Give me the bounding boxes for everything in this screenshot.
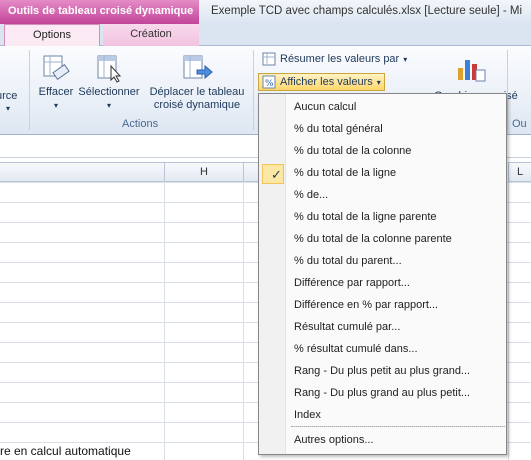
menu-item-label: Rang - Du plus petit au plus grand... xyxy=(294,365,471,377)
menu-item-label: % du total de la ligne xyxy=(294,167,397,179)
menu-item-label: Résultat cumulé par... xyxy=(294,321,401,333)
menu-item[interactable]: Rang - Du plus petit au plus grand... xyxy=(260,361,506,383)
menu-item-label: Différence par rapport... xyxy=(294,277,410,289)
checked-indicator: ✓ xyxy=(262,164,284,184)
menu-item[interactable]: Aucun calcul xyxy=(260,97,506,119)
column-header-h[interactable]: H xyxy=(164,162,244,182)
deplacer-label-line2: croisé dynamique xyxy=(153,99,241,111)
source-dropdown-icon: ▾ xyxy=(6,104,11,113)
deplacer-tableau-button[interactable]: Déplacer le tableau croisé dynamique xyxy=(144,52,250,112)
cell-text: re en calcul automatique xyxy=(0,444,131,458)
effacer-label: Effacer xyxy=(38,86,74,98)
menu-item[interactable]: % du total de la ligne parente xyxy=(260,207,506,229)
afficher-label: Afficher les valeurs xyxy=(280,76,373,88)
tab-creation[interactable]: Création xyxy=(103,24,199,46)
graphique-croise-button[interactable] xyxy=(450,52,490,86)
column-l-label: L xyxy=(516,166,524,178)
grid-line xyxy=(243,182,244,460)
menu-item-label: % du total du parent... xyxy=(294,255,402,267)
menu-item-label: % de... xyxy=(294,189,329,201)
menu-item-label: % du total de la ligne parente xyxy=(294,211,437,223)
resumer-label: Résumer les valeurs par xyxy=(280,53,400,65)
menu-item[interactable]: % du total de la colonne xyxy=(260,141,506,163)
source-button[interactable]: urce xyxy=(0,90,26,103)
menu-item[interactable]: ✓ % du total de la ligne xyxy=(260,163,506,185)
menu-item-label: Rang - Du plus grand au plus petit... xyxy=(294,387,471,399)
group-separator xyxy=(507,50,508,130)
column-header[interactable] xyxy=(0,162,165,182)
column-header-l[interactable]: L xyxy=(508,162,531,182)
menu-item-label: Index xyxy=(294,409,321,421)
selectionner-button[interactable]: Sélectionner ▾ xyxy=(78,52,140,112)
menu-separator xyxy=(291,426,505,427)
source-label: urce xyxy=(0,90,18,102)
menu-item-autres-options[interactable]: Autres options... xyxy=(260,430,506,452)
menu-item-label: Aucun calcul xyxy=(294,101,357,113)
menu-item[interactable]: Différence par rapport... xyxy=(260,273,506,295)
title-bar: Outils de tableau croisé dynamique Exemp… xyxy=(0,0,531,24)
ou-group-label: Ou xyxy=(512,118,527,130)
move-table-icon xyxy=(183,55,213,80)
menu-item[interactable]: Différence en % par rapport... xyxy=(260,295,506,317)
group-separator xyxy=(29,50,30,130)
afficher-valeurs-menu: Aucun calcul % du total général % du total… xyxy=(258,93,507,455)
menu-item[interactable]: % de... xyxy=(260,185,506,207)
menu-item[interactable]: Index xyxy=(260,405,506,427)
tab-options[interactable]: Options xyxy=(4,24,100,47)
ribbon-tab-row: Options Création xyxy=(0,24,531,47)
effacer-dropdown-icon: ▾ xyxy=(53,101,58,110)
menu-item-label: % résultat cumulé dans... xyxy=(294,343,418,355)
checkmark-icon: ✓ xyxy=(271,167,282,182)
grid-line xyxy=(508,182,509,460)
eraser-icon xyxy=(43,55,70,80)
menu-item[interactable]: Résultat cumulé par... xyxy=(260,317,506,339)
window-title: Exemple TCD avec champs calculés.xlsx [L… xyxy=(211,5,523,17)
pivot-chart-icon xyxy=(458,60,486,82)
selectionner-dropdown-icon: ▾ xyxy=(106,101,111,110)
menu-item-label: % du total de la colonne xyxy=(294,145,412,157)
menu-item[interactable]: % du total général xyxy=(260,119,506,141)
actions-group-label: Actions xyxy=(122,118,159,130)
menu-item-label: % du total général xyxy=(294,123,383,135)
menu-item-label: Autres options... xyxy=(294,434,374,446)
summarize-icon xyxy=(262,52,276,66)
contextual-tab-label: Outils de tableau croisé dynamique xyxy=(0,0,199,24)
selectionner-label: Sélectionner xyxy=(78,86,140,98)
afficher-valeurs-button[interactable]: % Afficher les valeurs ▾ xyxy=(258,73,385,91)
show-values-icon: % xyxy=(262,75,276,89)
group-separator xyxy=(253,50,254,130)
menu-item-label: Différence en % par rapport... xyxy=(294,299,439,311)
resumer-valeurs-button[interactable]: Résumer les valeurs par ▾ xyxy=(262,52,407,66)
deplacer-label-line1: Déplacer le tableau xyxy=(149,86,245,98)
effacer-button[interactable]: Effacer ▾ xyxy=(34,52,78,112)
menu-item[interactable]: Rang - Du plus grand au plus petit... xyxy=(260,383,506,405)
afficher-dropdown-icon: ▾ xyxy=(376,77,381,87)
menu-item-label: % du total de la colonne parente xyxy=(294,233,452,245)
menu-item[interactable]: % du total du parent... xyxy=(260,251,506,273)
svg-text:%: % xyxy=(265,79,274,89)
resumer-dropdown-icon: ▾ xyxy=(403,54,408,64)
select-table-icon xyxy=(97,55,122,83)
menu-item[interactable]: % du total de la colonne parente xyxy=(260,229,506,251)
menu-item[interactable]: % résultat cumulé dans... xyxy=(260,339,506,361)
grid-line xyxy=(164,182,165,460)
column-h-label: H xyxy=(200,166,208,178)
